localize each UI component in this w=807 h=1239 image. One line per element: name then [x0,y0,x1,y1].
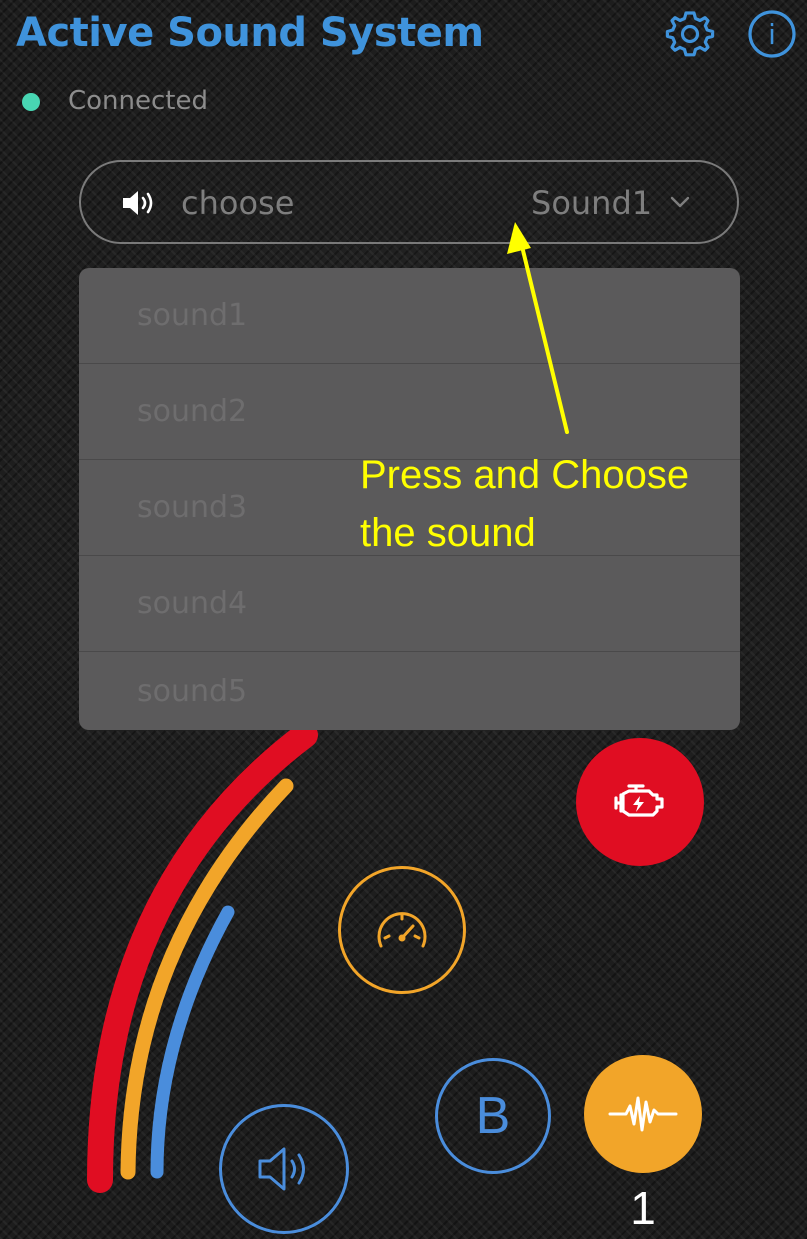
sound-wave-icon [608,1096,678,1132]
app-title: Active Sound System [16,10,484,56]
mode-number: 1 [630,1182,656,1234]
sound-select[interactable]: choose Sound1 [79,160,739,244]
settings-button[interactable] [664,8,716,60]
volume-icon [258,1147,305,1191]
b-mode-label: B [475,1087,511,1145]
volume-button[interactable] [219,1104,349,1234]
engine-button[interactable] [576,738,704,866]
dropdown-option-sound5[interactable]: sound5 [79,652,740,730]
info-glyph: i [768,18,776,51]
selected-sound: Sound1 [531,184,653,222]
annotation-text: Press and Choose the sound [360,446,760,562]
info-icon: i [748,10,796,58]
select-label: choose [181,184,295,222]
engine-icon [614,784,664,817]
sound-wave-button[interactable] [584,1055,702,1173]
speedometer-button[interactable] [338,866,466,994]
chevron-down-icon [670,196,690,208]
speedometer-icon [377,912,427,948]
info-button[interactable]: i [746,8,798,60]
connection-status: Connected [68,86,209,116]
status-indicator [22,93,40,111]
dropdown-option-sound4[interactable]: sound4 [79,556,740,652]
b-mode-button[interactable]: B [435,1058,551,1174]
gear-icon [665,11,715,57]
annotation-line-1: Press and Choose [360,453,690,497]
annotation-line-2: the sound [360,511,536,555]
dropdown-option-sound1[interactable]: sound1 [79,268,740,364]
speaker-icon [123,191,153,215]
annotation-arrow [507,222,569,434]
